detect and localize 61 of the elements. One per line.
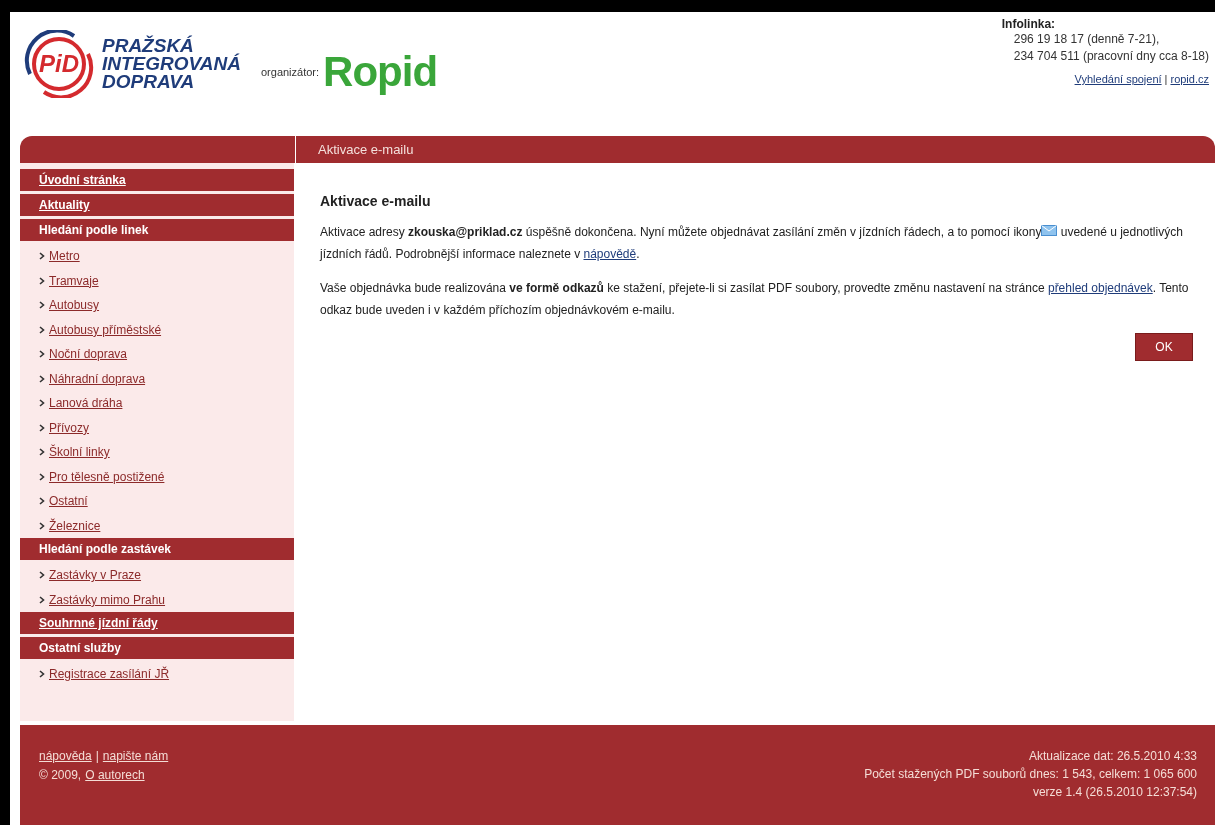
chevron-icon — [39, 374, 45, 383]
chevron-icon — [39, 497, 45, 506]
menu-link[interactable]: Autobusy příměstské — [49, 322, 162, 337]
organizer-label: organizátor: — [261, 66, 320, 78]
menu-link[interactable]: Pro tělesně postižené — [49, 469, 165, 484]
menu-link[interactable]: Školní linky — [49, 445, 110, 460]
menu-heading-link[interactable]: Souhrnné jízdní řády — [20, 612, 294, 634]
footer-link[interactable]: nápověda — [39, 749, 92, 763]
footer-info: Počet stažených PDF souborů dnes: 1 543, celkem: 1 065 600 — [864, 767, 1197, 781]
infoline-title: Infolinka: — [1001, 17, 1056, 31]
separator: | — [1164, 73, 1168, 85]
menu-link[interactable]: Zastávky mimo Prahu — [49, 592, 166, 607]
ropid-logo: Ropid — [323, 48, 438, 96]
chevron-icon — [39, 350, 45, 359]
separator: | — [95, 749, 99, 763]
chevron-icon — [39, 521, 45, 530]
footer-info: Aktualizace dat: 26.5.2010 4:33 — [1028, 749, 1197, 763]
menu-link[interactable]: Ostatní — [49, 494, 88, 509]
chevron-icon — [39, 252, 45, 261]
chevron-icon — [39, 325, 45, 334]
header-link[interactable]: ropid.cz — [1170, 73, 1209, 85]
menu-heading-link[interactable]: Úvodní stránka — [20, 169, 294, 191]
chevron-icon — [39, 571, 45, 580]
menu-link[interactable]: Metro — [49, 249, 80, 264]
menu-link[interactable]: Zastávky v Praze — [49, 568, 142, 583]
page-title-bar: Aktivace e-mailu — [296, 136, 1215, 163]
menu-link[interactable]: Noční doprava — [49, 347, 128, 362]
footer-link[interactable]: O autorech — [85, 768, 145, 782]
phone-line: 296 19 18 17 (denně 7-21), — [1012, 31, 1160, 48]
header-link[interactable]: Vyhledání spojení — [1074, 73, 1162, 85]
menu-link[interactable]: Autobusy — [49, 298, 100, 313]
menu-heading-link[interactable]: Aktuality — [20, 194, 294, 216]
heading: Aktivace e-mailu — [320, 193, 432, 209]
menu-link[interactable]: Železnice — [49, 518, 101, 533]
menu-heading: Hledání podle zastávek — [20, 538, 294, 560]
envelope-icon — [1041, 225, 1058, 236]
chevron-icon — [39, 423, 45, 432]
menu-link[interactable]: Náhradní doprava — [49, 371, 146, 386]
chevron-icon — [39, 670, 45, 679]
chevron-icon — [39, 448, 45, 457]
menu-heading: Hledání podle linek — [20, 219, 294, 241]
paragraph: Vaše objednávka bude realizována ve formě odkazů ke stažení, přejete-li si zasílat PDF soubory, provedte změnu nastavení na stránce přehled objednávek. Tento odkaz bude uveden i v každém příchozím objednávkovém e-mailu. — [320, 280, 1190, 319]
chevron-icon — [39, 276, 45, 285]
footer-link[interactable]: napište nám — [102, 749, 169, 763]
menu-heading: Ostatní služby — [20, 637, 294, 659]
chevron-icon — [39, 399, 45, 408]
menu-link[interactable]: Lanová dráha — [49, 396, 123, 411]
footer-info: verze 1.4 (26.5.2010 12:37:54) — [1032, 785, 1197, 799]
phone-line: 234 704 511 (pracovní dny cca 8-18) — [1012, 48, 1209, 65]
copyright: © 2009, — [39, 768, 82, 782]
paragraph: Aktivace adresy zkouska@priklad.cz úspěšně dokončena. Nyní můžete objednávat zasílání změn v jízdních řádech, a to pomocí ikony uvedené u jednotlivých jízdních řádů. Podrobnější informace naleznete v nápovědě. — [320, 224, 1184, 263]
menu-link[interactable]: Přívozy — [49, 420, 89, 435]
ok-button[interactable]: OK — [1135, 333, 1193, 361]
chevron-icon — [39, 472, 45, 481]
pid-logo: PiD — [22, 30, 96, 98]
chevron-icon — [39, 595, 45, 604]
logo-text: PRAŽSKÁ INTEGROVANÁ DOPRAVA — [102, 37, 241, 91]
chevron-icon — [39, 301, 45, 310]
text-link[interactable]: přehled objednávek — [1047, 281, 1153, 295]
menu-link[interactable]: Registrace zasílání JŘ — [49, 667, 170, 682]
menu-link[interactable]: Tramvaje — [49, 273, 99, 288]
